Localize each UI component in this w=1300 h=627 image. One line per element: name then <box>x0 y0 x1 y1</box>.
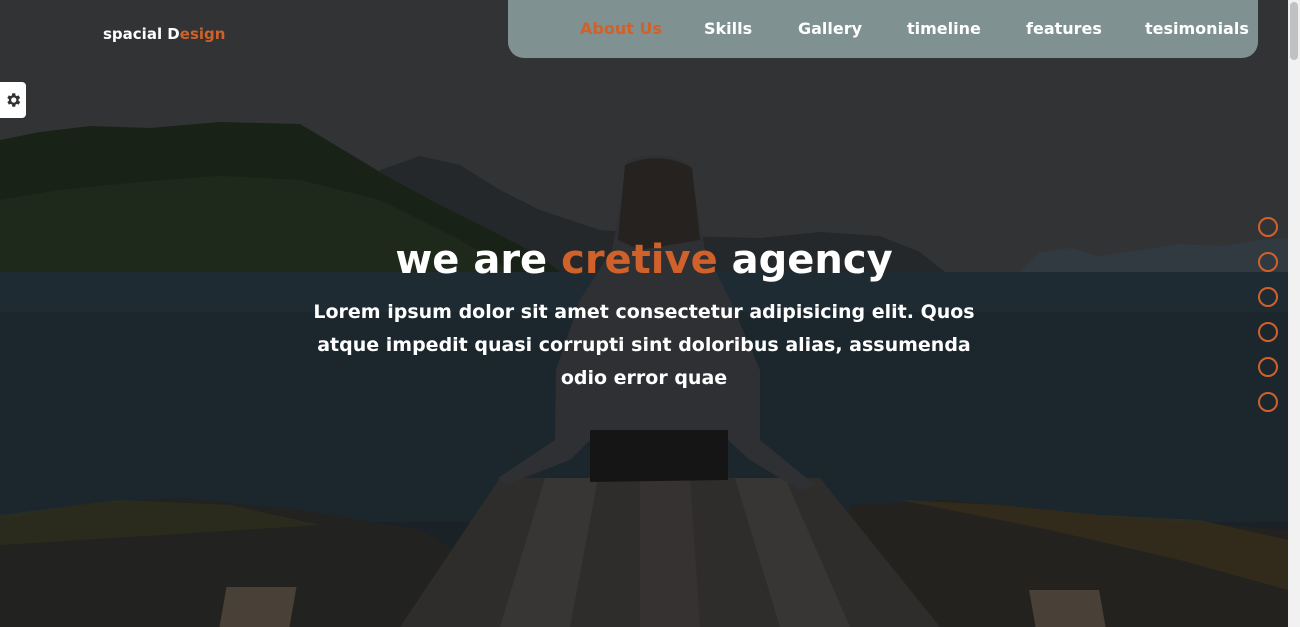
scrollbar-thumb[interactable] <box>1290 2 1298 60</box>
section-nav-dots <box>1258 217 1278 427</box>
section-dot-1[interactable] <box>1258 217 1278 237</box>
nav-item-gallery[interactable]: Gallery <box>798 19 862 38</box>
settings-toggle-button[interactable] <box>0 82 26 118</box>
hero-subtext: Lorem ipsum dolor sit amet consectetur a… <box>313 301 975 389</box>
gear-icon <box>7 93 21 107</box>
headline-accent: cretive <box>561 237 718 283</box>
brand-logo-prefix: spacial D <box>103 25 180 43</box>
nav-item-about-us[interactable]: About Us <box>580 19 662 38</box>
headline-part1: we are <box>395 237 562 283</box>
section-dot-6[interactable] <box>1258 392 1278 412</box>
headline-part2: agency <box>717 237 893 283</box>
brand-logo[interactable]: spacial Design <box>103 25 225 43</box>
section-dot-5[interactable] <box>1258 357 1278 377</box>
nav-item-skills[interactable]: Skills <box>704 19 752 38</box>
hero-headline: we are cretive agency <box>0 237 1288 283</box>
section-dot-3[interactable] <box>1258 287 1278 307</box>
brand-logo-accent: esign <box>179 25 226 43</box>
main-navbar: About Us Skills Gallery timeline feature… <box>508 0 1258 58</box>
hero-section: spacial Design About Us Skills Gallery t… <box>0 0 1288 627</box>
page-scrollbar[interactable] <box>1288 0 1300 627</box>
nav-item-tesimonials[interactable]: tesimonials <box>1145 19 1249 38</box>
nav-item-features[interactable]: features <box>1026 19 1102 38</box>
nav-item-timeline[interactable]: timeline <box>907 19 981 38</box>
section-dot-4[interactable] <box>1258 322 1278 342</box>
section-dot-2[interactable] <box>1258 252 1278 272</box>
